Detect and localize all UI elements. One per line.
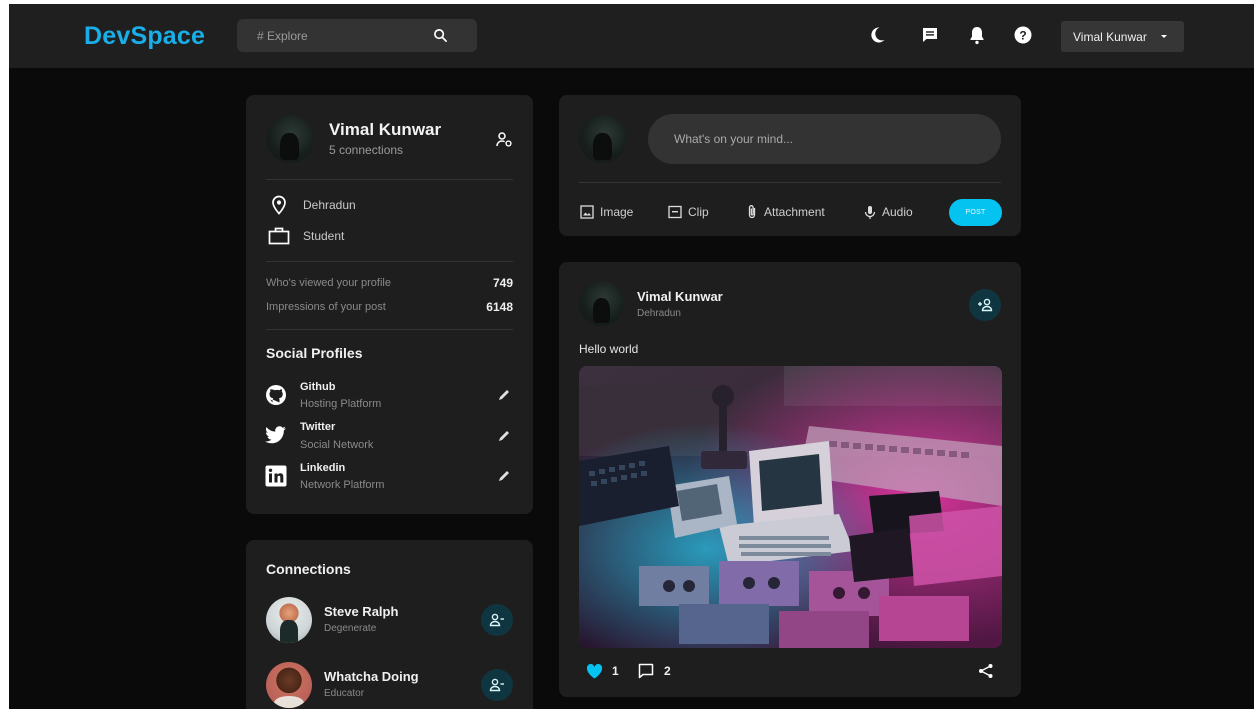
- connection-role: Educator: [324, 688, 365, 699]
- profile-occupation: Student: [303, 229, 345, 243]
- share-icon[interactable]: [977, 662, 995, 680]
- comment-count: 2: [664, 664, 671, 678]
- person-remove-icon: [489, 678, 504, 692]
- connection-avatar[interactable]: [266, 597, 312, 643]
- location-pin-icon: [272, 195, 286, 215]
- microphone-icon: [864, 205, 876, 219]
- manage-account-icon[interactable]: [495, 130, 513, 148]
- post-button[interactable]: POST: [949, 199, 1002, 226]
- social-name-linkedin[interactable]: Linkedin: [300, 462, 345, 474]
- app-frame: DevSpace ? Vimal Kunwar Vimal Kunwar 5 c…: [9, 4, 1254, 709]
- comment-icon[interactable]: [637, 662, 655, 680]
- clip-label: Clip: [688, 205, 709, 219]
- divider: [266, 179, 513, 180]
- stat-label-impressions[interactable]: Impressions of your post: [266, 301, 386, 313]
- audio-label: Audio: [882, 205, 913, 219]
- person-remove-icon: [489, 613, 504, 627]
- post-text: Hello world: [579, 342, 639, 356]
- remove-connection-button[interactable]: [481, 604, 513, 636]
- audio-attach-button[interactable]: Audio: [864, 203, 913, 221]
- clip-attach-button[interactable]: Clip: [668, 203, 709, 221]
- chat-icon[interactable]: [919, 24, 941, 46]
- status-input[interactable]: [648, 114, 1001, 164]
- connection-name[interactable]: Steve Ralph: [324, 604, 398, 619]
- profile-location: Dehradun: [303, 198, 356, 212]
- like-count: 1: [612, 664, 619, 678]
- attachment-button[interactable]: Attachment: [746, 203, 825, 221]
- edit-pencil-icon[interactable]: [497, 469, 511, 483]
- search-input[interactable]: [237, 19, 437, 52]
- remove-connection-button[interactable]: [481, 669, 513, 701]
- social-name-twitter[interactable]: Twitter: [300, 421, 335, 433]
- stat-value-impressions: 6148: [486, 300, 513, 314]
- bell-icon[interactable]: [966, 24, 988, 46]
- edit-pencil-icon[interactable]: [497, 388, 511, 402]
- github-icon: [266, 385, 286, 405]
- top-navbar: DevSpace ? Vimal Kunwar: [9, 4, 1254, 68]
- connection-name[interactable]: Whatcha Doing: [324, 669, 419, 684]
- post-author-location: Dehradun: [637, 308, 681, 319]
- svg-text:?: ?: [1019, 28, 1026, 42]
- edit-pencil-icon[interactable]: [497, 429, 511, 443]
- help-icon[interactable]: ?: [1012, 24, 1034, 46]
- profile-connections-count: 5 connections: [329, 143, 404, 157]
- profile-card: Vimal Kunwar 5 connections Dehradun Stud…: [246, 95, 533, 514]
- caret-down-icon: [1161, 35, 1167, 38]
- social-name-github[interactable]: Github: [300, 381, 335, 393]
- composer-avatar: [579, 115, 627, 163]
- paperclip-icon: [748, 205, 756, 219]
- social-desc-github: Hosting Platform: [300, 398, 382, 410]
- add-friend-button[interactable]: [969, 289, 1001, 321]
- stat-label-profile-views[interactable]: Who's viewed your profile: [266, 277, 391, 289]
- social-profiles-heading: Social Profiles: [266, 345, 363, 361]
- post-card: Vimal Kunwar Dehradun Hello world 1 2: [559, 262, 1021, 697]
- twitter-icon: [265, 426, 286, 444]
- app-logo[interactable]: DevSpace: [84, 22, 205, 51]
- attachment-label: Attachment: [764, 205, 825, 219]
- post-author-avatar[interactable]: [579, 281, 624, 326]
- divider: [266, 261, 513, 262]
- heart-icon[interactable]: [585, 663, 603, 679]
- connections-card: Connections Steve Ralph Degenerate Whatc…: [246, 540, 533, 709]
- gif-icon: [668, 205, 682, 219]
- profile-name[interactable]: Vimal Kunwar: [329, 120, 441, 140]
- divider: [579, 182, 1001, 183]
- person-add-icon: [978, 298, 993, 312]
- linkedin-icon: [265, 465, 287, 487]
- stat-value-profile-views: 749: [492, 276, 513, 290]
- connection-avatar[interactable]: [266, 662, 312, 708]
- user-menu-label: Vimal Kunwar: [1073, 29, 1147, 44]
- search-box: [237, 19, 477, 52]
- moon-icon[interactable]: [866, 24, 888, 46]
- image-label: Image: [600, 205, 634, 219]
- image-icon: [580, 205, 594, 219]
- post-author-name[interactable]: Vimal Kunwar: [637, 289, 723, 304]
- image-attach-button[interactable]: Image: [580, 203, 633, 221]
- profile-avatar[interactable]: [266, 115, 314, 163]
- social-desc-linkedin: Network Platform: [300, 479, 385, 491]
- divider: [266, 329, 513, 330]
- post-composer-card: Image Clip Attachment Audio POST: [559, 95, 1021, 236]
- connections-heading: Connections: [266, 561, 351, 577]
- briefcase-icon: [268, 227, 290, 245]
- user-menu-dropdown[interactable]: Vimal Kunwar: [1061, 21, 1184, 52]
- connection-role: Degenerate: [324, 623, 377, 634]
- search-icon[interactable]: [433, 28, 448, 43]
- social-desc-twitter: Social Network: [300, 439, 374, 451]
- post-image[interactable]: [579, 366, 1002, 648]
